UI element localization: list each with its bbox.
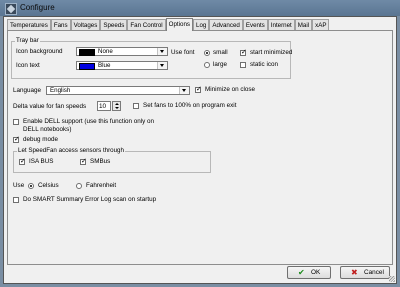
window-title: Configure — [20, 3, 55, 12]
delta-label: Delta value for fan speeds — [13, 103, 87, 110]
dell-support-label-line1: Enable DELL support (use this function o… — [23, 118, 155, 125]
options-panel: Tray bar Icon background None Icon text … — [7, 30, 393, 265]
smbus-label: SMBus — [90, 158, 111, 165]
start-minimized-label: start minimized — [250, 49, 293, 56]
celsius-radio[interactable] — [28, 183, 34, 189]
font-large-radio[interactable] — [204, 62, 210, 68]
delta-value: 10 — [99, 103, 107, 110]
chevron-down-icon[interactable] — [157, 48, 167, 55]
use-font-label: Use font — [171, 49, 195, 56]
language-select[interactable]: English — [46, 86, 190, 95]
delta-spin-button[interactable] — [112, 101, 121, 111]
minimize-on-close-checkbox[interactable] — [195, 85, 202, 93]
minimize-on-close-label: Minimize on close — [205, 86, 256, 93]
font-small-radio[interactable] — [204, 50, 210, 56]
app-icon — [5, 3, 17, 15]
start-minimized-checkbox[interactable] — [240, 48, 247, 56]
debug-mode-label: debug mode — [23, 136, 59, 143]
celsius-label: Celsius — [38, 182, 59, 189]
cancel-button[interactable]: ✖ Cancel — [340, 266, 390, 279]
dialog-client: Temperatures Fans Voltages Speeds Fan Co… — [3, 16, 397, 284]
dell-support-label-line2: DELL notebooks) — [23, 126, 72, 133]
font-small-label: small — [213, 49, 228, 56]
icon-text-value: Blue — [98, 62, 111, 69]
set-fans-label: Set fans to 100% on program exit — [143, 102, 237, 109]
static-icon-checkbox[interactable] — [240, 62, 246, 68]
title-bar[interactable]: Configure — [0, 0, 400, 16]
isa-bus-label: ISA BUS — [29, 158, 54, 165]
icon-text-select[interactable]: Blue — [76, 61, 168, 70]
set-fans-checkbox[interactable] — [133, 103, 139, 109]
ok-button[interactable]: ✔ OK — [287, 266, 331, 279]
checkmark-icon: ✔ — [298, 268, 305, 277]
icon-background-value: None — [98, 48, 113, 55]
dell-support-checkbox[interactable] — [13, 119, 19, 125]
ok-button-label: OK — [311, 269, 321, 276]
delta-input[interactable]: 10 — [97, 101, 111, 111]
debug-mode-checkbox[interactable] — [13, 135, 20, 143]
icon-background-swatch — [79, 49, 95, 56]
cross-icon: ✖ — [351, 268, 358, 277]
tray-bar-label: Tray bar — [15, 37, 40, 44]
icon-text-label: Icon text — [16, 62, 40, 69]
cancel-button-label: Cancel — [364, 269, 384, 276]
language-label: Language — [13, 87, 42, 94]
fahrenheit-radio[interactable] — [76, 183, 82, 189]
tab-options[interactable]: Options — [165, 18, 193, 31]
icon-text-swatch — [79, 63, 95, 70]
chevron-down-icon[interactable] — [179, 87, 189, 94]
use-units-label: Use — [13, 182, 25, 189]
sensors-label: Let SpeedFan access sensors through — [17, 147, 125, 154]
chevron-down-icon[interactable] — [157, 62, 167, 69]
font-large-label: large — [213, 61, 228, 68]
smart-scan-label: Do SMART Summary Error Log scan on start… — [23, 196, 157, 203]
isa-bus-checkbox[interactable] — [19, 157, 26, 165]
language-value: English — [50, 87, 71, 94]
fahrenheit-label: Fahrenheit — [86, 182, 117, 189]
resize-grip[interactable] — [389, 276, 395, 282]
icon-background-label: Icon background — [16, 48, 63, 55]
smbus-checkbox[interactable] — [80, 157, 87, 165]
static-icon-label: static icon — [250, 61, 278, 68]
smart-scan-checkbox[interactable] — [13, 197, 19, 203]
icon-background-select[interactable]: None — [76, 47, 168, 56]
configure-window: Configure Temperatures Fans Voltages Spe… — [0, 0, 400, 287]
